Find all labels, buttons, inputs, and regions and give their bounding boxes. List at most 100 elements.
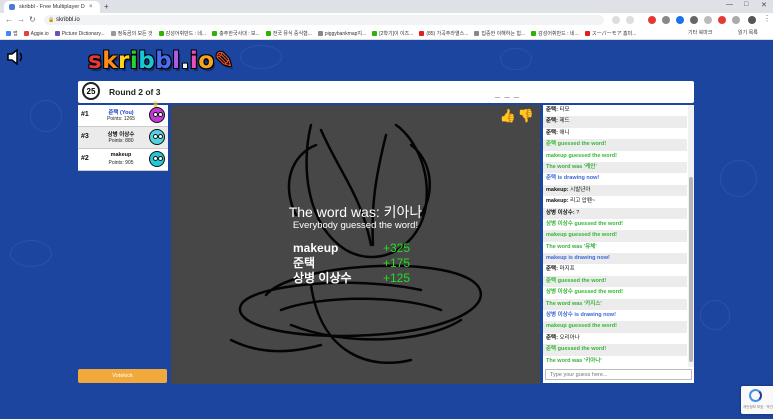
extension-icon[interactable] <box>676 16 684 24</box>
bookmark-item[interactable]: [2학기]이 이즈... <box>372 30 413 37</box>
maximize-icon[interactable]: □ <box>744 1 748 8</box>
menu-icon[interactable]: ⋮ <box>763 14 771 23</box>
chat-sender: 준택: <box>546 129 558 136</box>
chat-sender: 준택: <box>546 107 558 113</box>
thumbs-up-icon[interactable]: 👍 <box>500 108 516 124</box>
browser-tab[interactable]: skribbl - Free Multiplayer D × <box>4 1 100 13</box>
background-doodle <box>720 160 757 197</box>
bookmark-item[interactable]: 감성어휘만드 : 네... <box>158 30 206 37</box>
extension-icon[interactable] <box>662 16 670 24</box>
bookmark-item[interactable]: スーパーモア 홈미... <box>584 30 637 37</box>
back-icon[interactable]: ← <box>5 15 13 24</box>
bookmark-label: 정독곰의 모든 것 <box>117 31 153 37</box>
bookmark-item[interactable]: 집중한 이해하는 힘... <box>474 30 525 37</box>
reload-icon[interactable]: ↻ <box>29 15 36 24</box>
player-name: 준택 (You) <box>108 110 134 116</box>
chat-text: 상병 이상수 is drawing now! <box>546 312 616 319</box>
chat-message: makeup guessed the word! <box>543 151 687 162</box>
close-tab-icon[interactable]: × <box>89 4 93 10</box>
drawing-canvas[interactable]: 👍 👎 The word was: 키아나 Everybody guessed … <box>171 105 540 384</box>
background-doodle <box>700 300 730 330</box>
word-hint: _ _ _ <box>495 89 521 99</box>
word-reveal-title: The word was: 키아나 <box>288 204 423 220</box>
chat-text: makeup guessed the word! <box>546 152 617 159</box>
score-delta: +175 <box>383 255 411 270</box>
votekick-button[interactable]: Votekick <box>78 369 167 383</box>
thumbs-down-icon[interactable]: 👎 <box>518 108 534 124</box>
extension-icon[interactable] <box>704 16 712 24</box>
new-tab-button[interactable]: + <box>104 2 109 11</box>
bookmark-item[interactable]: piggybankmap지... <box>317 30 366 37</box>
chat-text: 준택 guessed the word! <box>546 141 607 148</box>
bookmark-item[interactable]: Picture Dictionary... <box>54 30 105 37</box>
chat-text: 마지프 <box>559 266 575 273</box>
word-reveal-subtitle: Everybody guessed the word! <box>292 220 419 231</box>
bookmark-label: 전국 뮤식 중식협... <box>272 31 312 37</box>
chat-text: 제드 <box>559 118 570 125</box>
bookmark-item[interactable]: (85) 가곡주라열스... <box>419 30 468 37</box>
chat-message: 준택 guessed the word! <box>543 275 687 288</box>
chat-message: makeup: 시발년아 <box>543 184 687 197</box>
address-bar[interactable]: 🔒 skribbl.io <box>44 15 604 25</box>
bookmark-label: 충주한국사대 : 보... <box>219 31 260 37</box>
extension-icon[interactable] <box>718 16 726 24</box>
address-row: ← → ↻ 🔒 skribbl.io ⋮ <box>0 13 773 28</box>
chat-message: 준택: 애니 <box>543 128 687 139</box>
bookmark-favicon-icon <box>212 31 218 36</box>
extension-icon[interactable] <box>690 16 698 24</box>
chat-text: 리고 압펜~ <box>570 198 596 205</box>
chat-scrollbar-thumb[interactable] <box>689 177 693 362</box>
logo-letter: o <box>198 48 215 74</box>
share-icon[interactable] <box>626 16 634 24</box>
bookmark-label: Picture Dictionary... <box>61 30 105 37</box>
bookmark-label: 앱 <box>13 31 18 37</box>
extension-icon[interactable] <box>648 16 656 24</box>
bookmark-item[interactable]: 충주한국사대 : 보... <box>212 30 260 37</box>
guess-input[interactable] <box>545 369 692 380</box>
bookmark-favicon-icon <box>531 31 537 36</box>
bookmark-item[interactable]: 감성어휘만드 : 네... <box>531 30 579 37</box>
timer-clock-icon: 25 <box>82 82 100 100</box>
chat-text: 준택 guessed the word! <box>546 346 607 353</box>
rating-buttons: 👍 👎 <box>500 108 534 124</box>
bookmark-folder[interactable]: 기타 북마크 <box>688 28 712 39</box>
chat-text: 오리아나 <box>559 334 580 341</box>
player-points: Points: 880 <box>108 138 134 144</box>
player-rank: #1 <box>81 111 89 118</box>
chat-text: 상병 이상수 guessed the word! <box>546 220 623 227</box>
player-row: #2 makeup Points: 905 <box>78 149 168 171</box>
logo-letter: b <box>155 48 173 74</box>
chat-sender: makeup: <box>546 198 569 205</box>
bookmark-label: [2학기]이 이즈... <box>379 31 414 37</box>
minimize-icon[interactable]: — <box>726 1 733 8</box>
avatar[interactable] <box>748 16 756 24</box>
bookmark-label: スーパーモア 홈미... <box>591 31 637 37</box>
recaptcha-badge[interactable]: 개인정보 보호 · 약관 <box>741 386 773 414</box>
background-doodle <box>30 100 62 132</box>
bookmark-item[interactable]: 앱 <box>6 30 18 37</box>
bookmark-item[interactable]: 전국 뮤식 중식협... <box>265 30 312 37</box>
bookmark-item[interactable]: 정독곰의 모든 것 <box>110 30 153 37</box>
close-window-icon[interactable]: ✕ <box>761 1 767 9</box>
chat-scrollbar[interactable] <box>688 105 694 367</box>
puzzle-icon[interactable] <box>732 16 740 24</box>
chat-text: makeup guessed the word! <box>546 323 617 330</box>
chat-message: The word was '케인' <box>543 161 687 174</box>
bookmark-label: (85) 가곡주라열스... <box>426 31 469 37</box>
bookmark-item[interactable]: Aggie.io <box>23 31 49 37</box>
recaptcha-terms: 개인정보 보호 · 약관 <box>743 405 773 409</box>
bookmark-favicon-icon <box>317 31 323 36</box>
chat-text: 티모 <box>559 107 570 113</box>
bookmark-favicon-icon <box>584 31 590 36</box>
search-icon[interactable] <box>612 16 620 24</box>
chat-text: The word was '키아나' <box>546 357 602 364</box>
crown-icon: ♛ <box>152 100 160 109</box>
chat-text: The word was '유체' <box>546 243 597 250</box>
chat-message: The word was '유체' <box>543 242 687 253</box>
logo-letter: i <box>129 48 139 74</box>
bookmark-folder[interactable]: 읽기 목록 <box>738 28 758 39</box>
chat-sender: 상병 이상수: <box>546 209 575 216</box>
forward-icon[interactable]: → <box>17 15 25 24</box>
player-name: 상병 이상수 <box>107 132 135 138</box>
speaker-icon[interactable] <box>6 48 26 66</box>
